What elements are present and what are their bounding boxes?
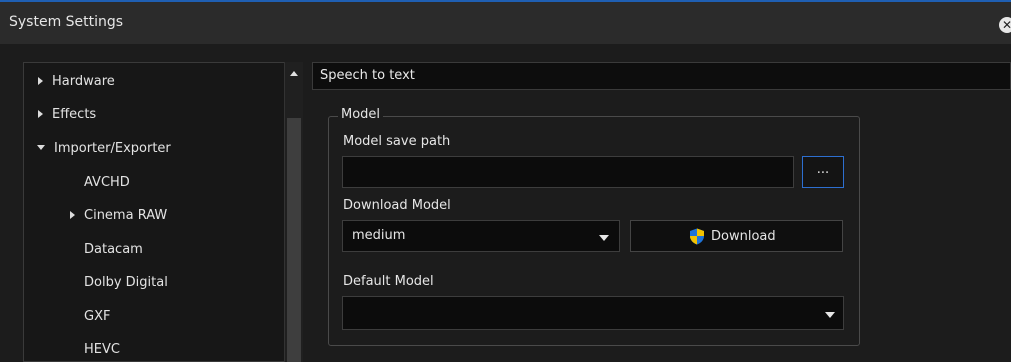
collapse-caret-icon[interactable] [37, 145, 45, 150]
tree-item-label: GXF [84, 309, 111, 324]
model-save-path-input[interactable] [342, 156, 794, 188]
shield-icon [690, 228, 704, 245]
tree-item-label: HEVC [84, 342, 120, 357]
model-save-path-label: Model save path [343, 134, 451, 149]
dropdown-arrow-icon[interactable] [599, 235, 609, 241]
tree-scrollbar[interactable] [284, 62, 303, 362]
browse-button[interactable]: ... [802, 156, 844, 188]
default-model-label: Default Model [343, 274, 434, 289]
tree-item-label: Datacam [84, 242, 143, 257]
download-button-label: Download [711, 229, 776, 244]
tree-item-importer-exporter[interactable]: Importer/Exporter [37, 141, 171, 161]
model-group-title: Model [338, 107, 384, 122]
tree-item-dolby-digital[interactable]: Dolby Digital [84, 275, 168, 295]
tree-item-cinema-raw[interactable]: Cinema RAW [70, 208, 167, 228]
tree-item-label: Effects [52, 107, 97, 122]
scroll-up-arrow-icon[interactable] [290, 71, 298, 76]
section-title: Speech to text [320, 68, 415, 83]
expand-caret-icon[interactable] [70, 210, 75, 219]
window-title: System Settings [9, 14, 124, 30]
tree-item-gxf[interactable]: GXF [84, 309, 110, 329]
tree-item-label: Cinema RAW [84, 208, 168, 223]
download-model-label: Download Model [343, 198, 451, 213]
tree-item-datacam[interactable]: Datacam [84, 242, 143, 262]
scroll-thumb[interactable] [287, 118, 301, 362]
expand-caret-icon[interactable] [38, 109, 43, 118]
download-model-value: medium [352, 228, 406, 243]
dropdown-arrow-icon[interactable] [825, 312, 835, 318]
tree-item-hardware[interactable]: Hardware [38, 74, 115, 94]
tree-item-hevc[interactable]: HEVC [84, 342, 120, 361]
close-icon[interactable]: ✕ [999, 17, 1011, 33]
tree-item-label: Dolby Digital [84, 275, 168, 290]
tree-item-avchd[interactable]: AVCHD [84, 175, 130, 195]
default-model-select[interactable] [342, 296, 844, 330]
tree-item-label: Hardware [52, 74, 115, 89]
title-bar: System Settings ✕ [0, 0, 1011, 44]
expand-caret-icon[interactable] [38, 76, 43, 85]
download-button[interactable]: Download [630, 220, 843, 252]
settings-tree: Hardware Effects Importer/Exporter AVCHD… [23, 62, 303, 362]
section-header: Speech to text [312, 62, 1011, 90]
tree-item-label: Importer/Exporter [54, 141, 171, 156]
tree-item-effects[interactable]: Effects [38, 107, 96, 127]
download-model-select[interactable]: medium [342, 220, 620, 252]
tree-item-label: AVCHD [84, 175, 130, 190]
